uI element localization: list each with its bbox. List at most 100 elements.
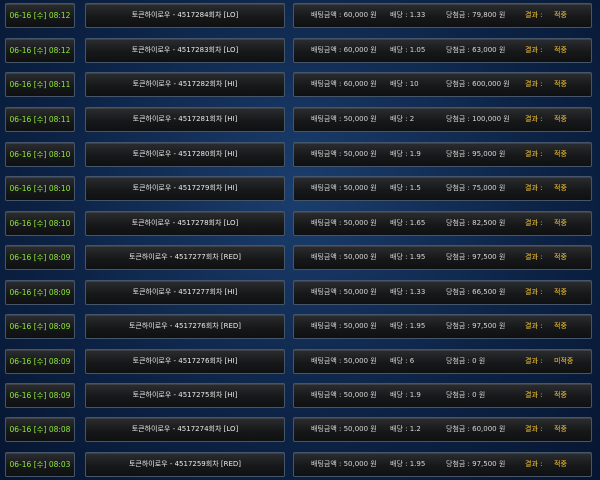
game-round[interactable]: 토큰하이로우 - 4517280회차 [HI]: [85, 142, 285, 167]
bet-odds: 배당 : 1.95: [390, 322, 426, 330]
result-label: 결과 :: [525, 184, 543, 192]
bet-amount: 배팅금액 : 50,000 원: [311, 391, 377, 399]
game-round[interactable]: 토큰하이로우 - 4517281회차 [HI]: [85, 107, 285, 132]
bet-history-row[interactable]: 06-16 [수] 08:03 토큰하이로우 - 4517259회차 [RED] 배…: [0, 452, 600, 479]
bet-time: 06-16 [수] 08:09: [5, 245, 75, 270]
win-amount: 당첨금 : 97,500 원: [446, 253, 506, 261]
game-round[interactable]: 토큰하이로우 - 4517277회차 [RED]: [85, 245, 285, 270]
bet-time: 06-16 [수] 08:09: [5, 280, 75, 305]
result-label: 결과 :: [525, 150, 543, 158]
bet-history-row[interactable]: 06-16 [수] 08:12 토큰하이로우 - 4517284회차 [LO] 배팅…: [0, 3, 600, 30]
bet-time: 06-16 [수] 08:12: [5, 3, 75, 28]
bet-amount: 배팅금액 : 60,000 원: [311, 80, 377, 88]
bet-time: 06-16 [수] 08:08: [5, 417, 75, 442]
bet-history-row[interactable]: 06-16 [수] 08:10 토큰하이로우 - 4517280회차 [HI] 배팅…: [0, 142, 600, 169]
game-round[interactable]: 토큰하이로우 - 4517282회차 [HI]: [85, 72, 285, 97]
bet-odds: 배당 : 1.65: [390, 219, 426, 227]
bet-time: 06-16 [수] 08:09: [5, 383, 75, 408]
result-value: 적중: [554, 460, 567, 468]
result-value: 적중: [554, 425, 567, 433]
bet-time: 06-16 [수] 08:09: [5, 314, 75, 339]
bet-history-row[interactable]: 06-16 [수] 08:09 토큰하이로우 - 4517276회차 [HI] 배팅…: [0, 349, 600, 376]
bet-amount: 배팅금액 : 60,000 원: [311, 11, 377, 19]
game-round[interactable]: 토큰하이로우 - 4517279회차 [HI]: [85, 176, 285, 201]
bet-history-row[interactable]: 06-16 [수] 08:10 토큰하이로우 - 4517278회차 [LO] 배팅…: [0, 211, 600, 238]
result-value: 적중: [554, 80, 567, 88]
win-amount: 당첨금 : 97,500 원: [446, 322, 506, 330]
bet-history-row[interactable]: 06-16 [수] 08:09 토큰하이로우 - 4517277회차 [HI] 배팅…: [0, 280, 600, 307]
result-value: 적중: [554, 115, 567, 123]
game-round[interactable]: 토큰하이로우 - 4517277회차 [HI]: [85, 280, 285, 305]
result-label: 결과 :: [525, 253, 543, 261]
bet-odds: 배당 : 1.5: [390, 184, 421, 192]
bet-odds: 배당 : 1.95: [390, 460, 426, 468]
bet-details: 배팅금액 : 50,000 원 배당 : 1.95 당첨금 : 97,500 원 결과…: [293, 314, 592, 339]
bet-odds: 배당 : 2: [390, 115, 415, 123]
win-amount: 당첨금 : 79,800 원: [446, 11, 506, 19]
bet-history-row[interactable]: 06-16 [수] 08:12 토큰하이로우 - 4517283회차 [LO] 배팅…: [0, 38, 600, 65]
bet-odds: 배당 : 10: [390, 80, 419, 88]
bet-details: 배팅금액 : 50,000 원 배당 : 1.2 당첨금 : 60,000 원 결과 …: [293, 417, 592, 442]
bet-amount: 배팅금액 : 50,000 원: [311, 288, 377, 296]
win-amount: 당첨금 : 63,000 원: [446, 46, 506, 54]
result-label: 결과 :: [525, 357, 543, 365]
bet-history-row[interactable]: 06-16 [수] 08:09 토큰하이로우 - 4517277회차 [RED] 배…: [0, 245, 600, 272]
win-amount: 당첨금 : 60,000 원: [446, 425, 506, 433]
bet-odds: 배당 : 1.2: [390, 425, 421, 433]
bet-time: 06-16 [수] 08:10: [5, 176, 75, 201]
bet-history-row[interactable]: 06-16 [수] 08:09 토큰하이로우 - 4517275회차 [HI] 배팅…: [0, 383, 600, 410]
bet-details: 배팅금액 : 50,000 원 배당 : 2 당첨금 : 100,000 원 결과 :…: [293, 107, 592, 132]
result-label: 결과 :: [525, 322, 543, 330]
result-value: 적중: [554, 184, 567, 192]
result-value: 적중: [554, 253, 567, 261]
bet-time: 06-16 [수] 08:09: [5, 349, 75, 374]
game-round[interactable]: 토큰하이로우 - 4517283회차 [LO]: [85, 38, 285, 63]
bet-history-list: 06-16 [수] 08:12 토큰하이로우 - 4517284회차 [LO] 배팅…: [0, 0, 600, 480]
bet-odds: 배당 : 1.05: [390, 46, 426, 54]
bet-details: 배팅금액 : 50,000 원 배당 : 1.95 당첨금 : 97,500 원 결과…: [293, 452, 592, 477]
game-round[interactable]: 토큰하이로우 - 4517284회차 [LO]: [85, 3, 285, 28]
bet-amount: 배팅금액 : 50,000 원: [311, 357, 377, 365]
bet-history-row[interactable]: 06-16 [수] 08:08 토큰하이로우 - 4517274회차 [LO] 배팅…: [0, 417, 600, 444]
bet-details: 배팅금액 : 60,000 원 배당 : 1.33 당첨금 : 79,800 원 결과…: [293, 3, 592, 28]
win-amount: 당첨금 : 95,000 원: [446, 150, 506, 158]
bet-amount: 배팅금액 : 50,000 원: [311, 184, 377, 192]
bet-amount: 배팅금액 : 50,000 원: [311, 425, 377, 433]
bet-amount: 배팅금액 : 50,000 원: [311, 460, 377, 468]
bet-history-row[interactable]: 06-16 [수] 08:09 토큰하이로우 - 4517276회차 [RED] 배…: [0, 314, 600, 341]
result-label: 결과 :: [525, 46, 543, 54]
result-label: 결과 :: [525, 391, 543, 399]
bet-history-row[interactable]: 06-16 [수] 08:10 토큰하이로우 - 4517279회차 [HI] 배팅…: [0, 176, 600, 203]
game-round[interactable]: 토큰하이로우 - 4517274회차 [LO]: [85, 417, 285, 442]
bet-details: 배팅금액 : 50,000 원 배당 : 1.95 당첨금 : 97,500 원 결과…: [293, 245, 592, 270]
win-amount: 당첨금 : 0 원: [446, 391, 486, 399]
bet-time: 06-16 [수] 08:10: [5, 142, 75, 167]
game-round[interactable]: 토큰하이로우 - 4517275회차 [HI]: [85, 383, 285, 408]
bet-odds: 배당 : 1.9: [390, 391, 421, 399]
bet-odds: 배당 : 1.95: [390, 253, 426, 261]
win-amount: 당첨금 : 75,000 원: [446, 184, 506, 192]
bet-history-row[interactable]: 06-16 [수] 08:11 토큰하이로우 - 4517281회차 [HI] 배팅…: [0, 107, 600, 134]
result-value: 적중: [554, 322, 567, 330]
win-amount: 당첨금 : 600,000 원: [446, 80, 510, 88]
bet-amount: 배팅금액 : 50,000 원: [311, 253, 377, 261]
bet-history-row[interactable]: 06-16 [수] 08:11 토큰하이로우 - 4517282회차 [HI] 배팅…: [0, 72, 600, 99]
result-label: 결과 :: [525, 11, 543, 19]
bet-time: 06-16 [수] 08:11: [5, 72, 75, 97]
bet-odds: 배당 : 1.33: [390, 11, 426, 19]
win-amount: 당첨금 : 100,000 원: [446, 115, 510, 123]
result-value: 적중: [554, 288, 567, 296]
result-label: 결과 :: [525, 425, 543, 433]
win-amount: 당첨금 : 97,500 원: [446, 460, 506, 468]
bet-details: 배팅금액 : 50,000 원 배당 : 1.9 당첨금 : 0 원 결과 : 적중: [293, 383, 592, 408]
game-round[interactable]: 토큰하이로우 - 4517259회차 [RED]: [85, 452, 285, 477]
game-round[interactable]: 토큰하이로우 - 4517276회차 [RED]: [85, 314, 285, 339]
game-round[interactable]: 토큰하이로우 - 4517276회차 [HI]: [85, 349, 285, 374]
bet-details: 배팅금액 : 60,000 원 배당 : 10 당첨금 : 600,000 원 결과 …: [293, 72, 592, 97]
game-round[interactable]: 토큰하이로우 - 4517278회차 [LO]: [85, 211, 285, 236]
result-label: 결과 :: [525, 219, 543, 227]
result-value: 적중: [554, 150, 567, 158]
bet-odds: 배당 : 1.9: [390, 150, 421, 158]
result-value: 적중: [554, 219, 567, 227]
bet-time: 06-16 [수] 08:10: [5, 211, 75, 236]
